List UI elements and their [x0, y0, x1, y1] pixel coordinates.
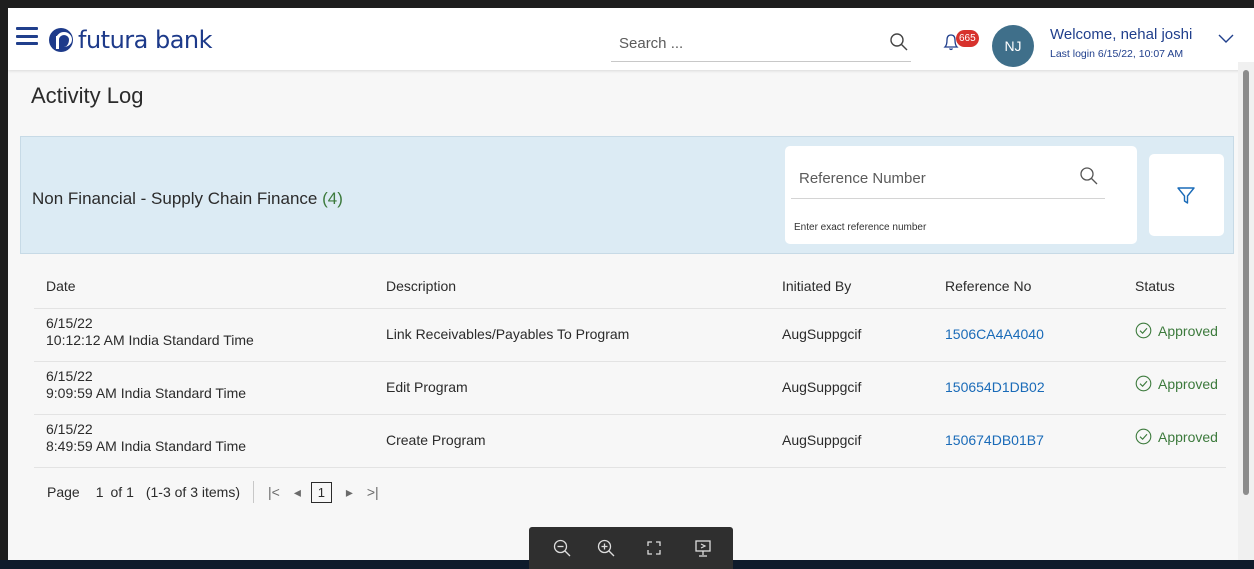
brand-logo-icon	[49, 28, 73, 52]
reference-number-input[interactable]	[799, 163, 1079, 193]
column-header-description[interactable]: Description	[386, 278, 456, 294]
pagination: Page 1 of 1 (1-3 of 3 items) |< ◂ 1 ▸ >|	[34, 477, 379, 507]
page-label: Page	[47, 484, 80, 500]
input-underline	[791, 198, 1105, 199]
description-cell: Create Program	[386, 432, 486, 448]
last-login-text: Last login 6/15/22, 10:07 AM	[1050, 48, 1184, 60]
scrollbar-thumb[interactable]	[1243, 70, 1249, 495]
check-circle-icon	[1135, 428, 1152, 445]
time-text: 9:09:59 AM India Standard Time	[46, 385, 247, 401]
zoom-in-icon[interactable]	[596, 538, 616, 558]
column-header-initiated-by[interactable]: Initiated By	[782, 278, 851, 294]
initiated-by-cell: AugSuppgcif	[782, 379, 862, 395]
reference-link[interactable]: 150654D1DB02	[945, 379, 1045, 395]
check-circle-icon	[1135, 322, 1152, 339]
welcome-text[interactable]: Welcome, nehal joshi	[1050, 26, 1192, 43]
last-page-icon[interactable]: >|	[367, 484, 379, 500]
reference-link[interactable]: 1506CA4A4040	[945, 326, 1044, 342]
activity-table: Date Description Initiated By Reference …	[34, 265, 1226, 468]
brand-name: futura bank	[78, 26, 213, 54]
table-row: 6/15/22 8:49:59 AM India Standard Time C…	[34, 415, 1226, 468]
current-page-button[interactable]: 1	[310, 481, 332, 503]
zoom-toolbar	[529, 527, 733, 569]
global-search	[611, 25, 911, 62]
notification-count-badge: 665	[956, 30, 979, 47]
initiated-by-cell: AugSuppgcif	[782, 326, 862, 342]
page-title: Activity Log	[31, 83, 144, 108]
page-of-text: of 1	[110, 484, 134, 500]
reference-search-card: Enter exact reference number	[785, 146, 1137, 244]
prev-page-icon[interactable]: ◂	[294, 484, 301, 501]
filter-panel: Non Financial - Supply Chain Finance (4)…	[20, 136, 1234, 254]
table-row: 6/15/22 10:12:12 AM India Standard Time …	[34, 309, 1226, 362]
brand-logo[interactable]: futura bank	[49, 26, 213, 54]
search-icon[interactable]	[889, 32, 909, 52]
status-text: Approved	[1158, 375, 1218, 392]
status-cell: Approved	[1135, 428, 1218, 445]
time-text: 10:12:12 AM India Standard Time	[46, 332, 254, 348]
date-text: 6/15/22	[46, 421, 93, 437]
filter-button[interactable]	[1149, 154, 1224, 236]
check-circle-icon	[1135, 375, 1152, 392]
panel-count: (4)	[322, 189, 343, 208]
initiated-by-cell: AugSuppgcif	[782, 432, 862, 448]
column-header-status[interactable]: Status	[1135, 278, 1175, 294]
reference-hint: Enter exact reference number	[794, 222, 927, 233]
status-text: Approved	[1158, 428, 1218, 445]
divider	[253, 481, 254, 503]
status-cell: Approved	[1135, 375, 1218, 392]
panel-title: Non Financial - Supply Chain Finance (4)	[32, 189, 343, 209]
description-cell: Link Receivables/Payables To Program	[386, 326, 630, 342]
date-text: 6/15/22	[46, 315, 93, 331]
time-text: 8:49:59 AM India Standard Time	[46, 438, 247, 454]
app-window: futura bank 665 NJ Welcome, nehal joshi …	[8, 8, 1254, 560]
chevron-down-icon[interactable]	[1218, 34, 1234, 44]
search-icon[interactable]	[1079, 166, 1099, 186]
filter-icon	[1177, 187, 1195, 204]
hamburger-menu-icon[interactable]	[16, 27, 38, 45]
date-cell: 6/15/22 9:09:59 AM India Standard Time	[46, 368, 246, 402]
presentation-icon[interactable]	[693, 538, 713, 558]
fit-screen-icon[interactable]	[644, 538, 664, 558]
next-page-icon[interactable]: ▸	[346, 484, 353, 501]
reference-link[interactable]: 150674DB01B7	[945, 432, 1044, 448]
search-input[interactable]	[619, 30, 869, 56]
status-cell: Approved	[1135, 322, 1218, 339]
first-page-icon[interactable]: |<	[268, 484, 280, 500]
avatar[interactable]: NJ	[992, 25, 1034, 67]
scrollbar-top	[1238, 8, 1254, 62]
column-header-reference-no[interactable]: Reference No	[945, 278, 1031, 294]
date-cell: 6/15/22 10:12:12 AM India Standard Time	[46, 315, 254, 349]
date-text: 6/15/22	[46, 368, 93, 384]
table-row: 6/15/22 9:09:59 AM India Standard Time E…	[34, 362, 1226, 415]
description-cell: Edit Program	[386, 379, 468, 395]
zoom-out-icon[interactable]	[552, 538, 572, 558]
header: futura bank 665 NJ Welcome, nehal joshi …	[8, 8, 1246, 70]
items-count: (1-3 of 3 items)	[145, 484, 240, 500]
status-text: Approved	[1158, 322, 1218, 339]
page-number-input[interactable]: 1	[96, 484, 104, 500]
date-cell: 6/15/22 8:49:59 AM India Standard Time	[46, 421, 246, 455]
table-header: Date Description Initiated By Reference …	[34, 265, 1226, 309]
column-header-date[interactable]: Date	[46, 278, 76, 294]
panel-title-text: Non Financial - Supply Chain Finance	[32, 189, 318, 208]
